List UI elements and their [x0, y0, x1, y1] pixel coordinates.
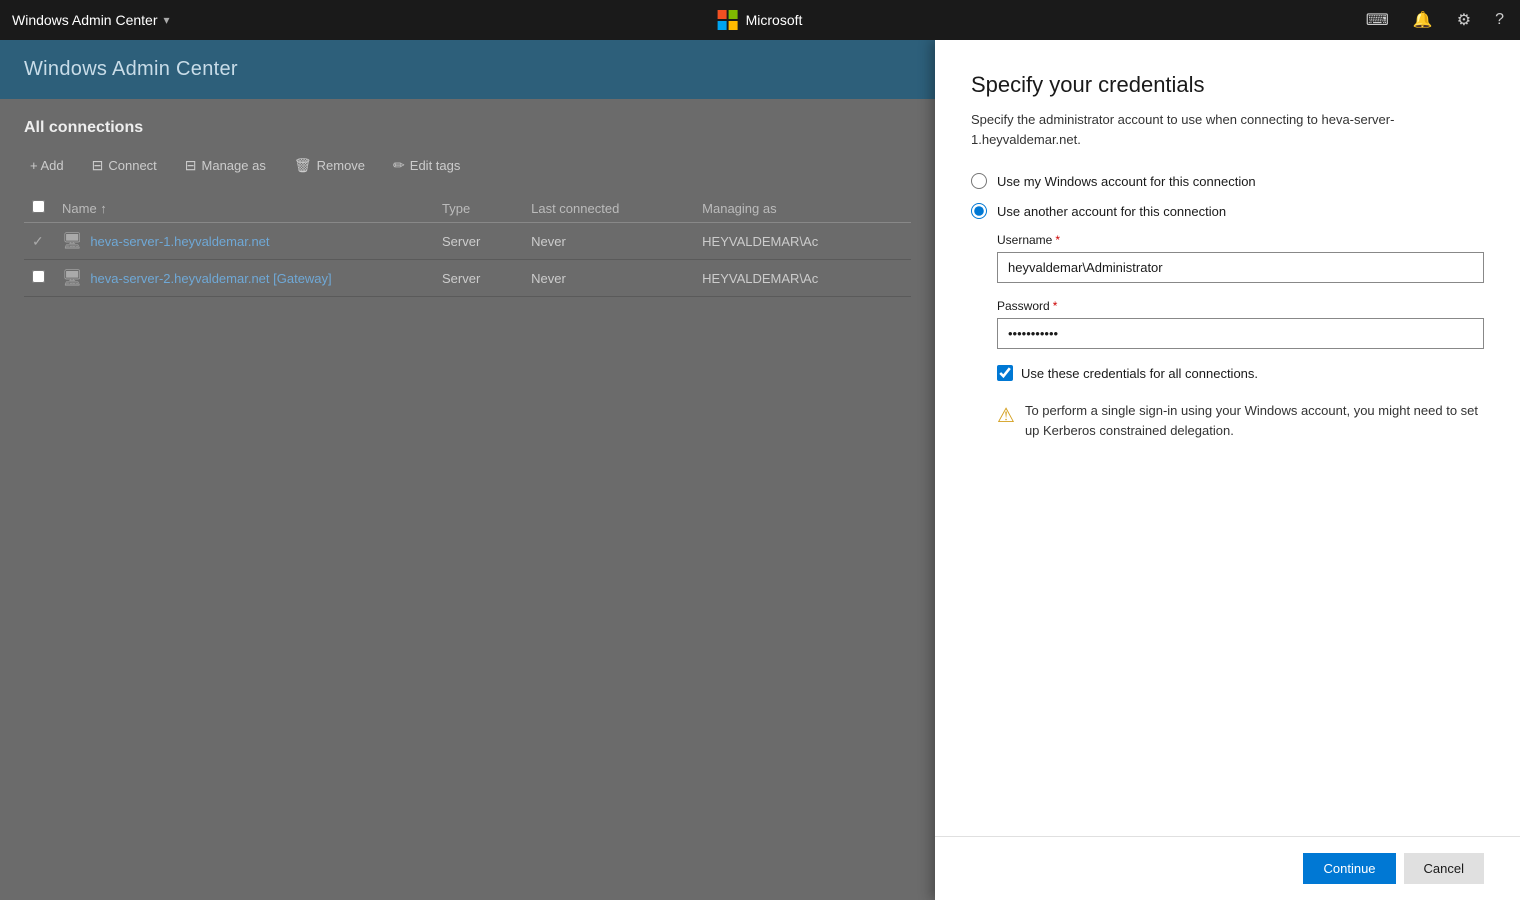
- all-connections-checkbox-label: Use these credentials for all connection…: [1021, 366, 1258, 381]
- toolbar: + Add ⊟ Connect ⊟ Manage as 🗑 Remove ✏ E…: [24, 153, 911, 178]
- terminal-button[interactable]: ⌨: [1362, 6, 1393, 34]
- connect-icon: ⊟: [92, 157, 104, 174]
- edit-tags-icon: ✏: [393, 157, 405, 174]
- username-field-label: Username *: [997, 233, 1484, 247]
- settings-button[interactable]: ⚙: [1453, 6, 1475, 34]
- notifications-button[interactable]: 🔔: [1409, 6, 1437, 34]
- table-header-row: Name ↑ Type Last connected Managing as: [24, 194, 911, 223]
- left-panel: Windows Admin Center All connections + A…: [0, 40, 935, 900]
- row-type-cell: Server: [434, 223, 523, 260]
- remove-label: Remove: [317, 158, 365, 173]
- dialog-footer: Continue Cancel: [935, 836, 1520, 900]
- row-name-cell: 🖥 heva-server-1.heyvaldemar.net: [54, 223, 434, 260]
- username-input[interactable]: [997, 252, 1484, 283]
- radio-another-account[interactable]: [971, 203, 987, 219]
- row-name-cell: 🖥 heva-server-2.heyvaldemar.net [Gateway…: [54, 260, 434, 297]
- dialog-description: Specify the administrator account to use…: [971, 110, 1484, 149]
- row-last-connected-cell: Never: [523, 223, 694, 260]
- cancel-button[interactable]: Cancel: [1404, 853, 1484, 884]
- radio-windows-account-label: Use my Windows account for this connecti…: [997, 174, 1256, 189]
- manage-as-button[interactable]: ⊟ Manage as: [179, 153, 272, 178]
- topbar-center: Microsoft: [718, 10, 803, 30]
- row-managing-as-cell: HEYVALDEMAR\Ac: [694, 260, 911, 297]
- credential-form: Username * Password * Use these credenti…: [971, 233, 1484, 440]
- app-title-text: Windows Admin Center: [12, 12, 158, 28]
- section-title: All connections: [24, 119, 911, 137]
- main-content-area: Windows Admin Center All connections + A…: [0, 40, 1520, 900]
- edit-tags-label: Edit tags: [410, 158, 461, 173]
- connections-table: Name ↑ Type Last connected Managing as ✓…: [24, 194, 911, 297]
- header-name[interactable]: Name ↑: [54, 194, 434, 223]
- wac-header-title: Windows Admin Center: [24, 58, 238, 80]
- server-link[interactable]: heva-server-1.heyvaldemar.net: [90, 234, 269, 249]
- row-type-cell: Server: [434, 260, 523, 297]
- wac-header: Windows Admin Center: [0, 40, 935, 99]
- edit-tags-button[interactable]: ✏ Edit tags: [387, 153, 466, 178]
- warning-text: To perform a single sign-in using your W…: [1025, 401, 1484, 440]
- chevron-down-icon[interactable]: ▾: [164, 13, 170, 27]
- username-required-star: *: [1055, 233, 1060, 247]
- add-button[interactable]: + Add: [24, 154, 70, 177]
- radio-another-account-option[interactable]: Use another account for this connection: [971, 203, 1484, 219]
- remove-icon: 🗑: [294, 157, 312, 174]
- app-title-area: Windows Admin Center ▾: [12, 12, 170, 28]
- connect-button[interactable]: ⊟ Connect: [86, 153, 163, 178]
- header-checkbox-col: [24, 194, 54, 223]
- table-row: ✓ 🖥 heva-server-1.heyvaldemar.net Server…: [24, 223, 911, 260]
- row-checkbox-cell[interactable]: ✓: [24, 223, 54, 260]
- header-last-connected: Last connected: [523, 194, 694, 223]
- top-navigation-bar: Windows Admin Center ▾ Microsoft ⌨ 🔔 ⚙ ?: [0, 0, 1520, 40]
- header-type: Type: [434, 194, 523, 223]
- content-area: All connections + Add ⊟ Connect ⊟ Manage…: [0, 99, 935, 900]
- manage-as-label: Manage as: [202, 158, 266, 173]
- row-checkmark-icon: ✓: [32, 233, 44, 249]
- all-connections-checkbox[interactable]: [997, 365, 1013, 381]
- row-managing-as-cell: HEYVALDEMAR\Ac: [694, 223, 911, 260]
- radio-another-account-label: Use another account for this connection: [997, 204, 1226, 219]
- microsoft-label: Microsoft: [746, 12, 803, 28]
- manage-as-icon: ⊟: [185, 157, 197, 174]
- password-field-label: Password *: [997, 299, 1484, 313]
- server-icon: 🖥: [62, 268, 82, 288]
- remove-button[interactable]: 🗑 Remove: [288, 153, 371, 178]
- continue-button[interactable]: Continue: [1303, 853, 1395, 884]
- dialog-content: Specify your credentials Specify the adm…: [935, 40, 1520, 836]
- radio-windows-account-option[interactable]: Use my Windows account for this connecti…: [971, 173, 1484, 189]
- kerberos-warning: ⚠ To perform a single sign-in using your…: [997, 401, 1484, 440]
- row-checkbox[interactable]: [32, 270, 45, 283]
- table-row: 🖥 heva-server-2.heyvaldemar.net [Gateway…: [24, 260, 911, 297]
- all-connections-checkbox-row[interactable]: Use these credentials for all connection…: [997, 365, 1484, 381]
- credentials-dialog: Specify your credentials Specify the adm…: [935, 40, 1520, 900]
- microsoft-logo-icon: [718, 10, 738, 30]
- dialog-title: Specify your credentials: [971, 72, 1484, 98]
- topbar-actions: ⌨ 🔔 ⚙ ?: [1362, 6, 1508, 34]
- warning-triangle-icon: ⚠: [997, 403, 1015, 428]
- connect-label: Connect: [108, 158, 156, 173]
- password-input[interactable]: [997, 318, 1484, 349]
- row-last-connected-cell: Never: [523, 260, 694, 297]
- password-required-star: *: [1053, 299, 1058, 313]
- add-label: + Add: [30, 158, 64, 173]
- select-all-checkbox[interactable]: [32, 200, 45, 213]
- radio-windows-account[interactable]: [971, 173, 987, 189]
- header-managing-as: Managing as: [694, 194, 911, 223]
- server-icon: 🖥: [62, 231, 82, 251]
- row-checkbox-cell[interactable]: [24, 260, 54, 297]
- server-link[interactable]: heva-server-2.heyvaldemar.net [Gateway]: [90, 271, 331, 286]
- help-button[interactable]: ?: [1491, 7, 1508, 33]
